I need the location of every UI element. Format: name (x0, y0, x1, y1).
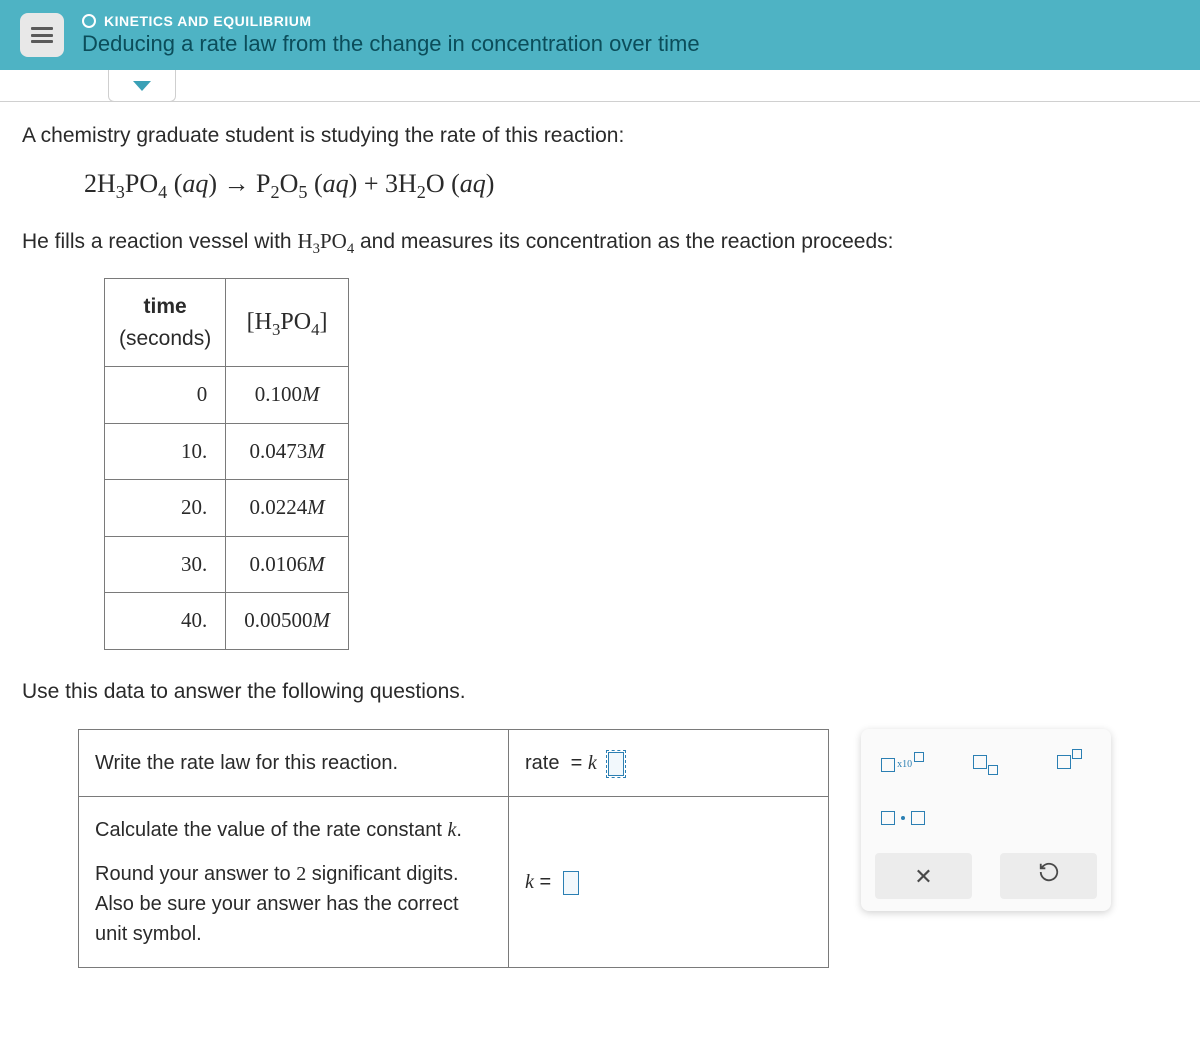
answer-2-cell[interactable]: k = (509, 797, 829, 968)
col-header-conc: [H3PO4] (226, 279, 349, 367)
tabbar (0, 70, 1200, 102)
cell-c: 0.0224M (226, 480, 349, 537)
reaction-equation: 2H3PO4 (aq) → P2O5 (aq) + 3H2O (aq) (84, 164, 1178, 206)
page-title: Deducing a rate law from the change in c… (82, 31, 700, 57)
hamburger-icon (31, 27, 53, 43)
prompt-2-chem: H3PO4 (297, 229, 354, 253)
table-row: 10.0.0473M (105, 423, 349, 480)
breadcrumb: KINETICS AND EQUILIBRIUM Deducing a rate… (82, 13, 700, 57)
category-label: KINETICS AND EQUILIBRIUM (104, 13, 311, 29)
prompt-2-pre: He fills a reaction vessel with (22, 230, 297, 253)
answer-1-prefix: rate = k (525, 752, 597, 774)
prompt-line-1: A chemistry graduate student is studying… (22, 120, 1178, 152)
table-row: 30.0.0106M (105, 536, 349, 593)
dot-multiply-button[interactable] (875, 797, 931, 839)
cell-c: 0.0473M (226, 423, 349, 480)
chevron-down-icon (133, 81, 151, 91)
cell-t: 10. (105, 423, 226, 480)
rate-law-input[interactable] (608, 752, 624, 776)
use-data-prompt: Use this data to answer the following qu… (22, 676, 1178, 708)
time-header-1: time (119, 291, 211, 323)
content-area: A chemistry graduate student is studying… (0, 102, 1200, 986)
cell-c: 0.100M (226, 367, 349, 424)
cell-c: 0.00500M (226, 593, 349, 650)
prompt-line-2: He fills a reaction vessel with H3PO4 an… (22, 226, 1178, 260)
cell-t: 20. (105, 480, 226, 537)
question-2: Calculate the value of the rate constant… (79, 797, 509, 968)
cell-t: 40. (105, 593, 226, 650)
answer-1-cell[interactable]: rate = k (509, 730, 829, 797)
table-row: 00.100M (105, 367, 349, 424)
prompt-2-post: and measures its concentration as the re… (354, 230, 893, 253)
expand-tab-button[interactable] (108, 70, 176, 102)
cell-t: 0 (105, 367, 226, 424)
table-row: 40.0.00500M (105, 593, 349, 650)
superscript-button[interactable] (1042, 741, 1097, 783)
circle-icon (82, 14, 96, 28)
table-row: 20.0.0224M (105, 480, 349, 537)
answer-table: Write the rate law for this reaction. ra… (78, 729, 829, 968)
menu-button[interactable] (20, 13, 64, 57)
clear-button[interactable]: ✕ (875, 853, 972, 899)
math-toolbox: x10 ✕ (861, 729, 1111, 911)
rate-constant-input[interactable] (563, 871, 579, 895)
data-table: time (seconds) [H3PO4] 00.100M 10.0.0473… (104, 278, 349, 650)
app-header: KINETICS AND EQUILIBRIUM Deducing a rate… (0, 0, 1200, 70)
subscript-button[interactable] (958, 741, 1013, 783)
cell-c: 0.0106M (226, 536, 349, 593)
question-1: Write the rate law for this reaction. (79, 730, 509, 797)
answer-2-prefix: k (525, 871, 534, 893)
col-header-time: time (seconds) (105, 279, 226, 367)
x-icon: ✕ (914, 860, 932, 893)
scientific-notation-button[interactable]: x10 (875, 741, 930, 783)
reset-button[interactable] (1000, 853, 1097, 899)
cell-t: 30. (105, 536, 226, 593)
reset-icon (1038, 861, 1060, 891)
time-header-2: (seconds) (119, 323, 211, 355)
